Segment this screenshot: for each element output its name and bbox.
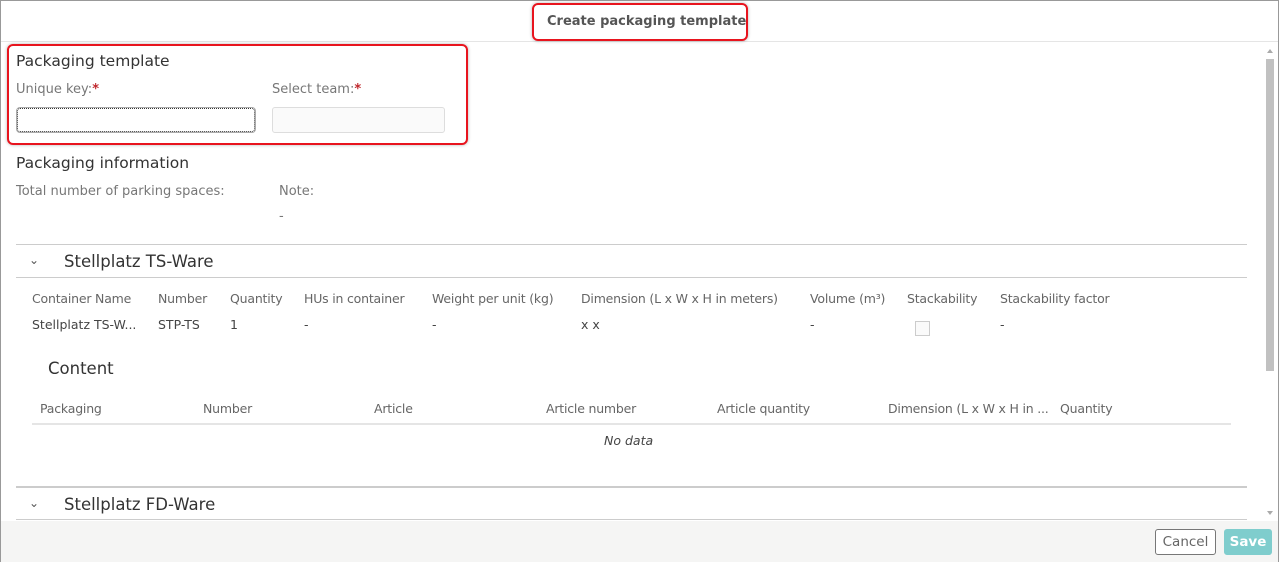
unique-key-label-text: Unique key: [16,82,93,97]
scrollbar-thumb[interactable] [1266,59,1274,371]
chevron-down-icon[interactable]: ⌄ [29,496,39,510]
required-mark: * [92,82,99,97]
divider [16,519,1247,520]
cancel-button[interactable]: Cancel [1155,529,1216,555]
column-header: Container Name [32,291,132,306]
column-header: Weight per unit (kg) [432,291,554,306]
template-heading: Packaging template [16,52,170,70]
dialog-footer [1,521,1278,562]
chevron-down-icon[interactable]: ⌄ [29,253,39,267]
content-heading: Content [48,359,114,378]
cell-name: Stellplatz TS-W... [32,317,137,332]
section-title[interactable]: Stellplatz FD-Ware [64,495,215,514]
table-header-divider [32,423,1231,425]
required-mark: * [354,82,362,97]
column-header: Stackability factor [1000,291,1110,306]
divider [16,486,1247,488]
unique-key-input[interactable] [16,107,256,133]
section-title[interactable]: Stellplatz TS-Ware [64,252,214,271]
cell-volume: - [810,317,815,332]
column-header: Number [158,291,208,306]
note-value: - [279,209,284,224]
divider [16,244,1247,245]
no-data-text: No data [604,433,654,448]
column-header: Stackability [907,291,978,306]
select-team-label-text: Select team: [272,82,355,97]
save-button[interactable]: Save [1224,529,1272,555]
column-header: Quantity [230,291,283,306]
column-header: HUs in container [304,291,405,306]
note-label: Note: [279,184,315,199]
column-header: Volume (m³) [810,291,886,306]
cell-weight: - [432,317,437,332]
select-team-label: Select team:* [272,82,361,97]
dialog-title: Create packaging template [547,14,747,29]
column-header: Quantity [1060,401,1113,416]
cell-number: STP-TS [158,317,200,332]
column-header: Article [374,401,413,416]
column-header: Packaging [40,401,102,416]
divider [16,277,1247,278]
cell-quantity: 1 [230,317,238,332]
stackability-checkbox[interactable] [915,321,930,336]
scrollbar[interactable] [1263,43,1277,521]
column-header: Dimension (L x W x H in meters) [581,291,778,306]
cell-factor: - [1000,317,1005,332]
scroll-down-icon[interactable] [1267,511,1273,515]
cell-dimension: x x [581,317,600,332]
scroll-up-icon[interactable] [1267,49,1273,53]
select-team-input[interactable] [272,107,445,133]
info-heading: Packaging information [16,154,190,172]
column-header: Dimension (L x W x H in ... [888,401,1049,416]
column-header: Number [203,401,253,416]
column-header: Article number [546,401,637,416]
column-header: Article quantity [717,401,810,416]
cell-hus: - [304,317,309,332]
total-label: Total number of parking spaces: [16,184,225,199]
unique-key-label: Unique key:* [16,82,99,97]
